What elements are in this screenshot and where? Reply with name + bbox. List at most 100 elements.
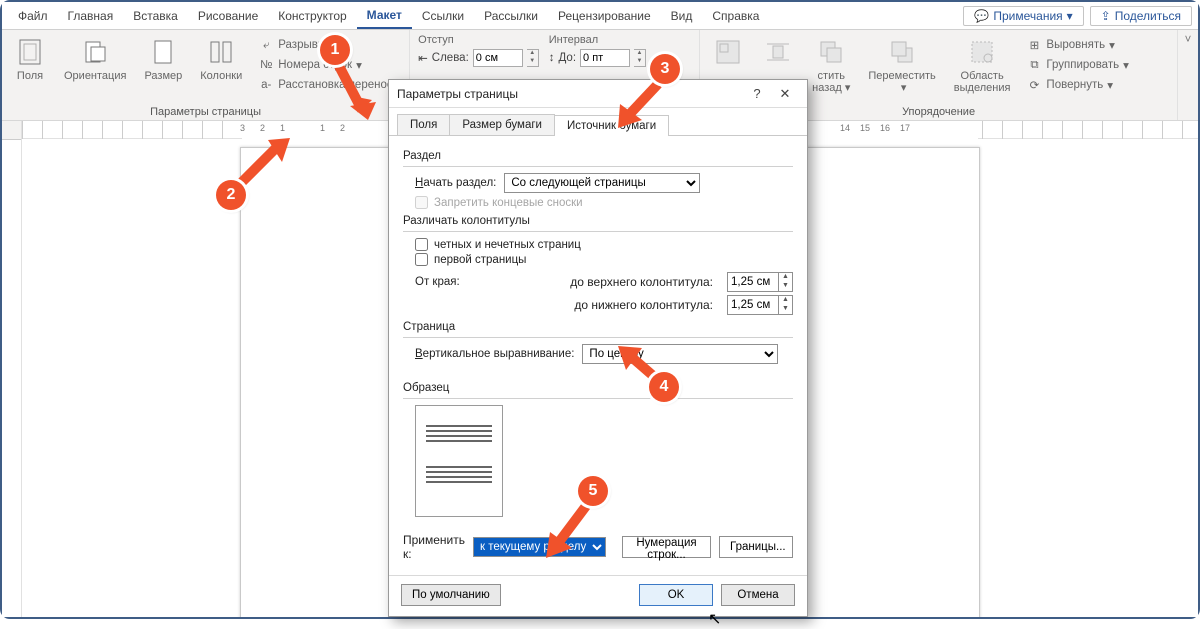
to-footer-spinner[interactable]: ▲▼ bbox=[779, 295, 793, 315]
dialog-close-button[interactable]: ✕ bbox=[771, 86, 799, 102]
spacing-before-label: До: bbox=[559, 52, 577, 64]
to-header-spinner[interactable]: ▲▼ bbox=[779, 272, 793, 292]
first-page-label: первой страницы bbox=[434, 254, 526, 266]
send-backward-l1: стить bbox=[818, 70, 845, 82]
annotation-1: 1 bbox=[320, 35, 350, 65]
odd-even-label: четных и нечетных страниц bbox=[434, 239, 581, 251]
section-start-select[interactable]: Со следующей страницы bbox=[504, 173, 700, 193]
menu-mailings[interactable]: Рассылки bbox=[474, 2, 548, 29]
vertical-ruler[interactable] bbox=[2, 139, 22, 617]
margins-button[interactable]: Поля bbox=[10, 34, 50, 84]
group-label: Группировать bbox=[1046, 59, 1119, 71]
section-heading: Раздел bbox=[403, 150, 793, 162]
menu-layout[interactable]: Макет bbox=[357, 2, 412, 29]
tab-paper-size[interactable]: Размер бумаги bbox=[449, 114, 555, 135]
menu-file[interactable]: Файл bbox=[8, 2, 58, 29]
indent-left-icon: ⇤ bbox=[418, 51, 428, 65]
menu-help[interactable]: Справка bbox=[702, 2, 769, 29]
position-button bbox=[708, 34, 748, 84]
align-label: Выровнять bbox=[1046, 39, 1105, 51]
group-button: ⧉Группировать ▾ bbox=[1024, 56, 1130, 74]
spacing-before-icon: ↕ bbox=[549, 52, 555, 64]
ruler-num: 14 bbox=[840, 123, 850, 133]
wrap-icon bbox=[762, 36, 794, 68]
orientation-label: Ориентация bbox=[64, 70, 126, 82]
rotate-icon: ⟳ bbox=[1026, 77, 1042, 93]
valign-select[interactable]: По центру bbox=[582, 344, 778, 364]
share-label: Поделиться bbox=[1115, 9, 1181, 23]
arrange-group-label: Упорядочение bbox=[902, 106, 975, 118]
position-icon bbox=[712, 36, 744, 68]
valign-label: Вертикальное выравнивание: bbox=[415, 348, 574, 360]
ribbon-collapse-button[interactable]: ˅ bbox=[1178, 30, 1198, 120]
ok-button[interactable]: OK bbox=[639, 584, 713, 606]
borders-dialog-button[interactable]: Границы... bbox=[719, 536, 793, 558]
send-backward-l2: назад bbox=[812, 82, 842, 94]
ruler-num: 1 bbox=[320, 123, 325, 133]
indent-left-spinner[interactable]: ▲▼ bbox=[527, 49, 539, 67]
menu-bar: Файл Главная Вставка Рисование Конструкт… bbox=[2, 2, 1198, 30]
wrap-text-button bbox=[758, 34, 798, 84]
rotate-button: ⟳Повернуть ▾ bbox=[1024, 76, 1130, 94]
to-footer-label: до нижнего колонтитула: bbox=[493, 298, 719, 312]
page-setup-group-label: Параметры страницы bbox=[150, 106, 261, 118]
ruler-num: 2 bbox=[260, 123, 265, 133]
menu-draw[interactable]: Рисование bbox=[188, 2, 268, 29]
page-heading: Страница bbox=[403, 321, 793, 333]
bring-forward-icon bbox=[886, 36, 918, 68]
menu-references[interactable]: Ссылки bbox=[412, 2, 474, 29]
orientation-icon bbox=[79, 36, 111, 68]
annotation-3: 3 bbox=[650, 54, 680, 84]
set-default-button[interactable]: По умолчанию bbox=[401, 584, 501, 606]
spacing-before-input[interactable] bbox=[580, 49, 630, 67]
size-button[interactable]: Размер bbox=[140, 34, 186, 84]
dialog-help-button[interactable]: ? bbox=[743, 86, 771, 101]
apply-to-label: Применить к: bbox=[403, 533, 465, 561]
breaks-icon: ⤶ bbox=[258, 37, 274, 53]
mouse-cursor-icon: ↖ bbox=[708, 609, 721, 629]
indent-left-label: Слева: bbox=[432, 52, 469, 64]
menu-review[interactable]: Рецензирование bbox=[548, 2, 661, 29]
ruler-num: 16 bbox=[880, 123, 890, 133]
ruler-num: 15 bbox=[860, 123, 870, 133]
columns-button[interactable]: Колонки bbox=[196, 34, 246, 84]
ruler-corner bbox=[2, 121, 22, 139]
to-header-label: до верхнего колонтитула: bbox=[493, 275, 719, 289]
to-header-input[interactable] bbox=[727, 272, 779, 292]
share-button[interactable]: ⇪ Поделиться bbox=[1090, 6, 1192, 26]
menu-insert[interactable]: Вставка bbox=[123, 2, 188, 29]
annotation-5: 5 bbox=[578, 476, 608, 506]
ruler-num: 1 bbox=[280, 123, 285, 133]
selection-pane-l1: Область bbox=[961, 70, 1004, 82]
hyphen-icon: a- bbox=[258, 77, 274, 93]
selection-pane-l2: выделения bbox=[954, 82, 1011, 94]
ruler-num: 3 bbox=[240, 123, 245, 133]
comment-icon: 💬 bbox=[974, 9, 989, 23]
comments-label: Примечания bbox=[993, 9, 1062, 23]
comments-button[interactable]: 💬 Примечания ▾ bbox=[963, 6, 1083, 26]
indent-left-input[interactable] bbox=[473, 49, 523, 67]
suppress-endnotes-label: Запретить концевые сноски bbox=[434, 197, 583, 209]
bring-forward-button: Переместить ▾ bbox=[864, 34, 939, 96]
line-numbers-dialog-button[interactable]: Нумерация строк... bbox=[622, 536, 711, 558]
columns-label: Колонки bbox=[200, 70, 242, 82]
orientation-button[interactable]: Ориентация bbox=[60, 34, 130, 84]
headers-heading: Различать колонтитулы bbox=[403, 215, 793, 227]
menu-home[interactable]: Главная bbox=[58, 2, 124, 29]
ruler-num: 17 bbox=[900, 123, 910, 133]
selection-pane-button[interactable]: Областьвыделения bbox=[950, 34, 1015, 96]
first-page-checkbox[interactable] bbox=[415, 253, 428, 266]
suppress-endnotes-checkbox bbox=[415, 196, 428, 209]
align-icon: ⊞ bbox=[1026, 37, 1042, 53]
annotation-4: 4 bbox=[649, 372, 679, 402]
size-label: Размер bbox=[144, 70, 182, 82]
to-footer-input[interactable] bbox=[727, 295, 779, 315]
cancel-button[interactable]: Отмена bbox=[721, 584, 795, 606]
menu-design[interactable]: Конструктор bbox=[268, 2, 356, 29]
tab-margins[interactable]: Поля bbox=[397, 114, 450, 135]
menu-view[interactable]: Вид bbox=[661, 2, 703, 29]
section-start-label: Начать раздел: bbox=[415, 177, 496, 189]
odd-even-checkbox[interactable] bbox=[415, 238, 428, 251]
breaks-label: Разрывы bbox=[278, 39, 326, 51]
spacing-before-spinner[interactable]: ▲▼ bbox=[634, 49, 646, 67]
